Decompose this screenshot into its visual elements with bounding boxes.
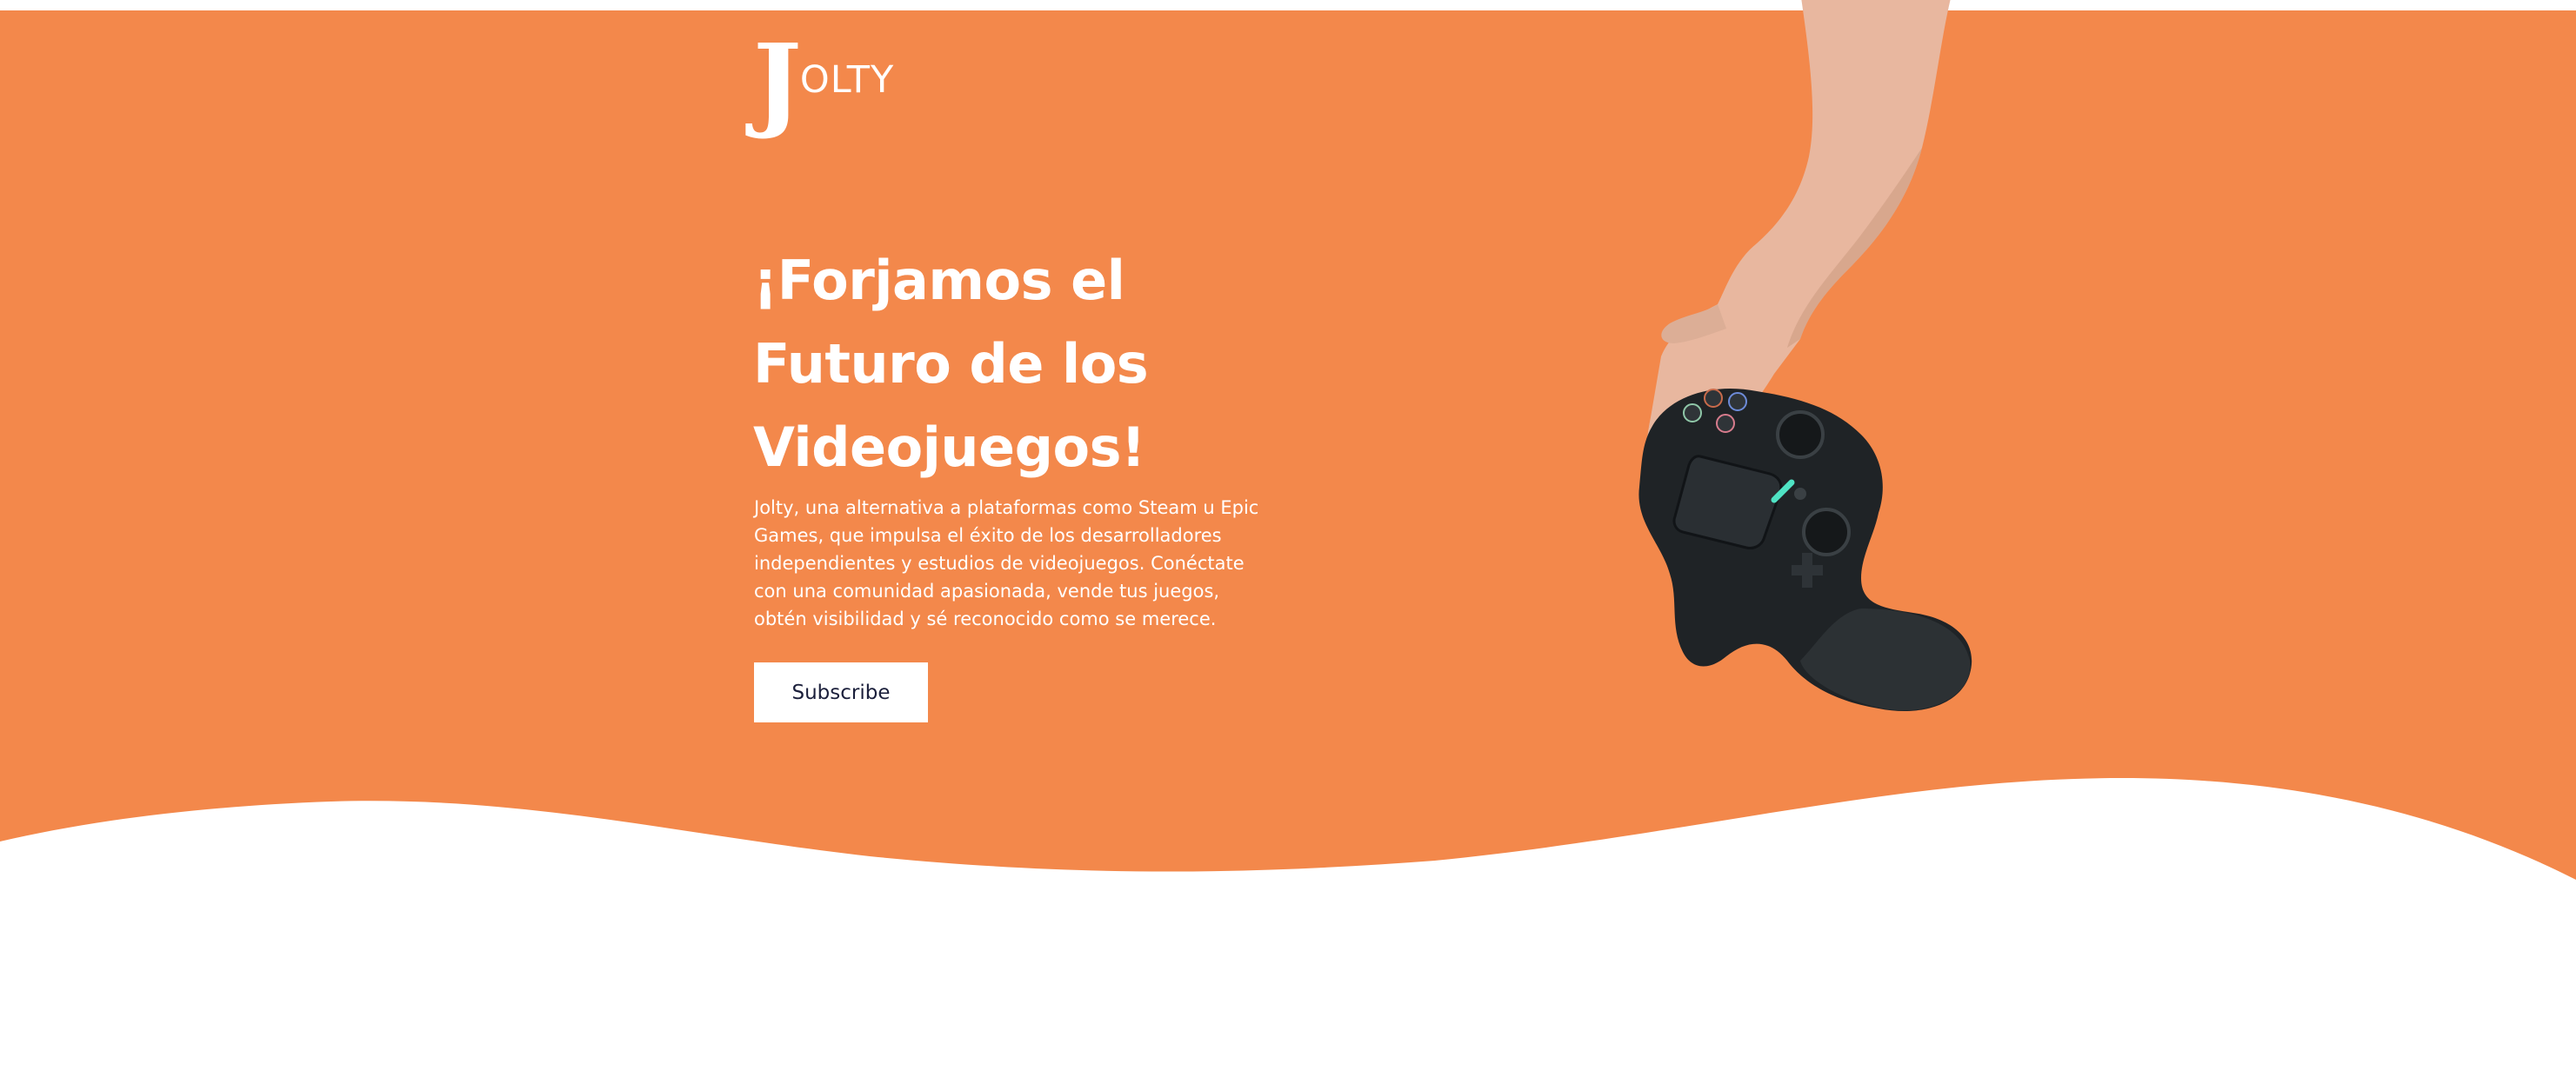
description-line: con una comunidad apasionada, vende tus … [754,581,1220,602]
description-line: Games, que impulsa el éxito de los desar… [754,525,1222,546]
headline-line-1: ¡Forjamos el [753,249,1125,312]
description-line: Jolty, una alternativa a plataformas com… [754,497,1259,518]
face-button [1716,414,1735,433]
headline-line-3: Videojuegos! [753,416,1145,479]
logo-wordmark: OLTY [799,58,895,102]
logo-initial: J [753,21,802,142]
hero-headline: ¡Forjamos el Futuro de los Videojuegos! [753,239,1379,489]
face-button [1704,389,1723,408]
description-line: obtén visibilidad y sé reconocido como s… [754,609,1217,629]
right-thumbstick [1802,508,1851,556]
description-line: independientes y estudios de videojuegos… [754,553,1245,574]
subscribe-button[interactable]: Subscribe [754,662,928,722]
headline-line-2: Futuro de los [753,332,1149,396]
face-button [1728,392,1747,411]
face-button [1683,403,1702,422]
hand-holding-gamepad-image [1638,0,1972,712]
hero-description: Jolty, una alternativa a plataformas com… [754,494,1311,633]
jolty-logo[interactable]: J OLTY [753,30,895,133]
ps-button [1794,488,1806,500]
left-thumbstick [1776,410,1825,459]
landing-page: J OLTY ¡Forjamos el Futuro de los Videoj… [0,0,2576,1071]
